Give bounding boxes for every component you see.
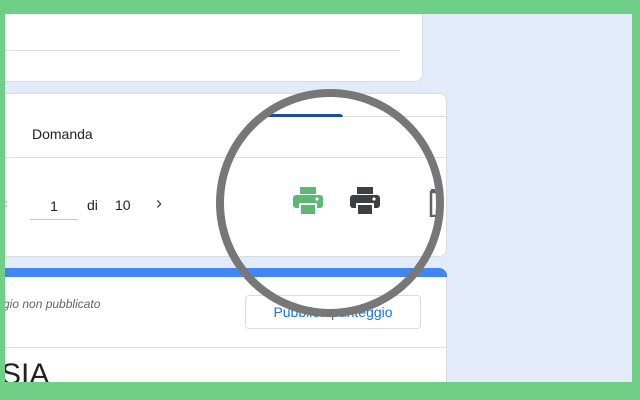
magnifier-ring [216, 89, 444, 317]
page-number-input[interactable] [30, 193, 78, 220]
tab-question[interactable]: Domanda [32, 126, 93, 142]
pager-total: 10 [115, 197, 131, 213]
top-card-divider [5, 50, 400, 51]
pager-of-label: di [87, 197, 98, 213]
app-viewport: Domanda ‹ di 10 › [5, 14, 632, 382]
previous-page-button[interactable]: ‹ [5, 195, 8, 213]
top-card [5, 14, 423, 82]
main-panel: Domanda ‹ di 10 › [5, 14, 447, 382]
partial-title: SIA [5, 358, 50, 382]
score-status-text: gio non pubblicato [5, 297, 101, 311]
next-page-button[interactable]: › [156, 193, 162, 214]
